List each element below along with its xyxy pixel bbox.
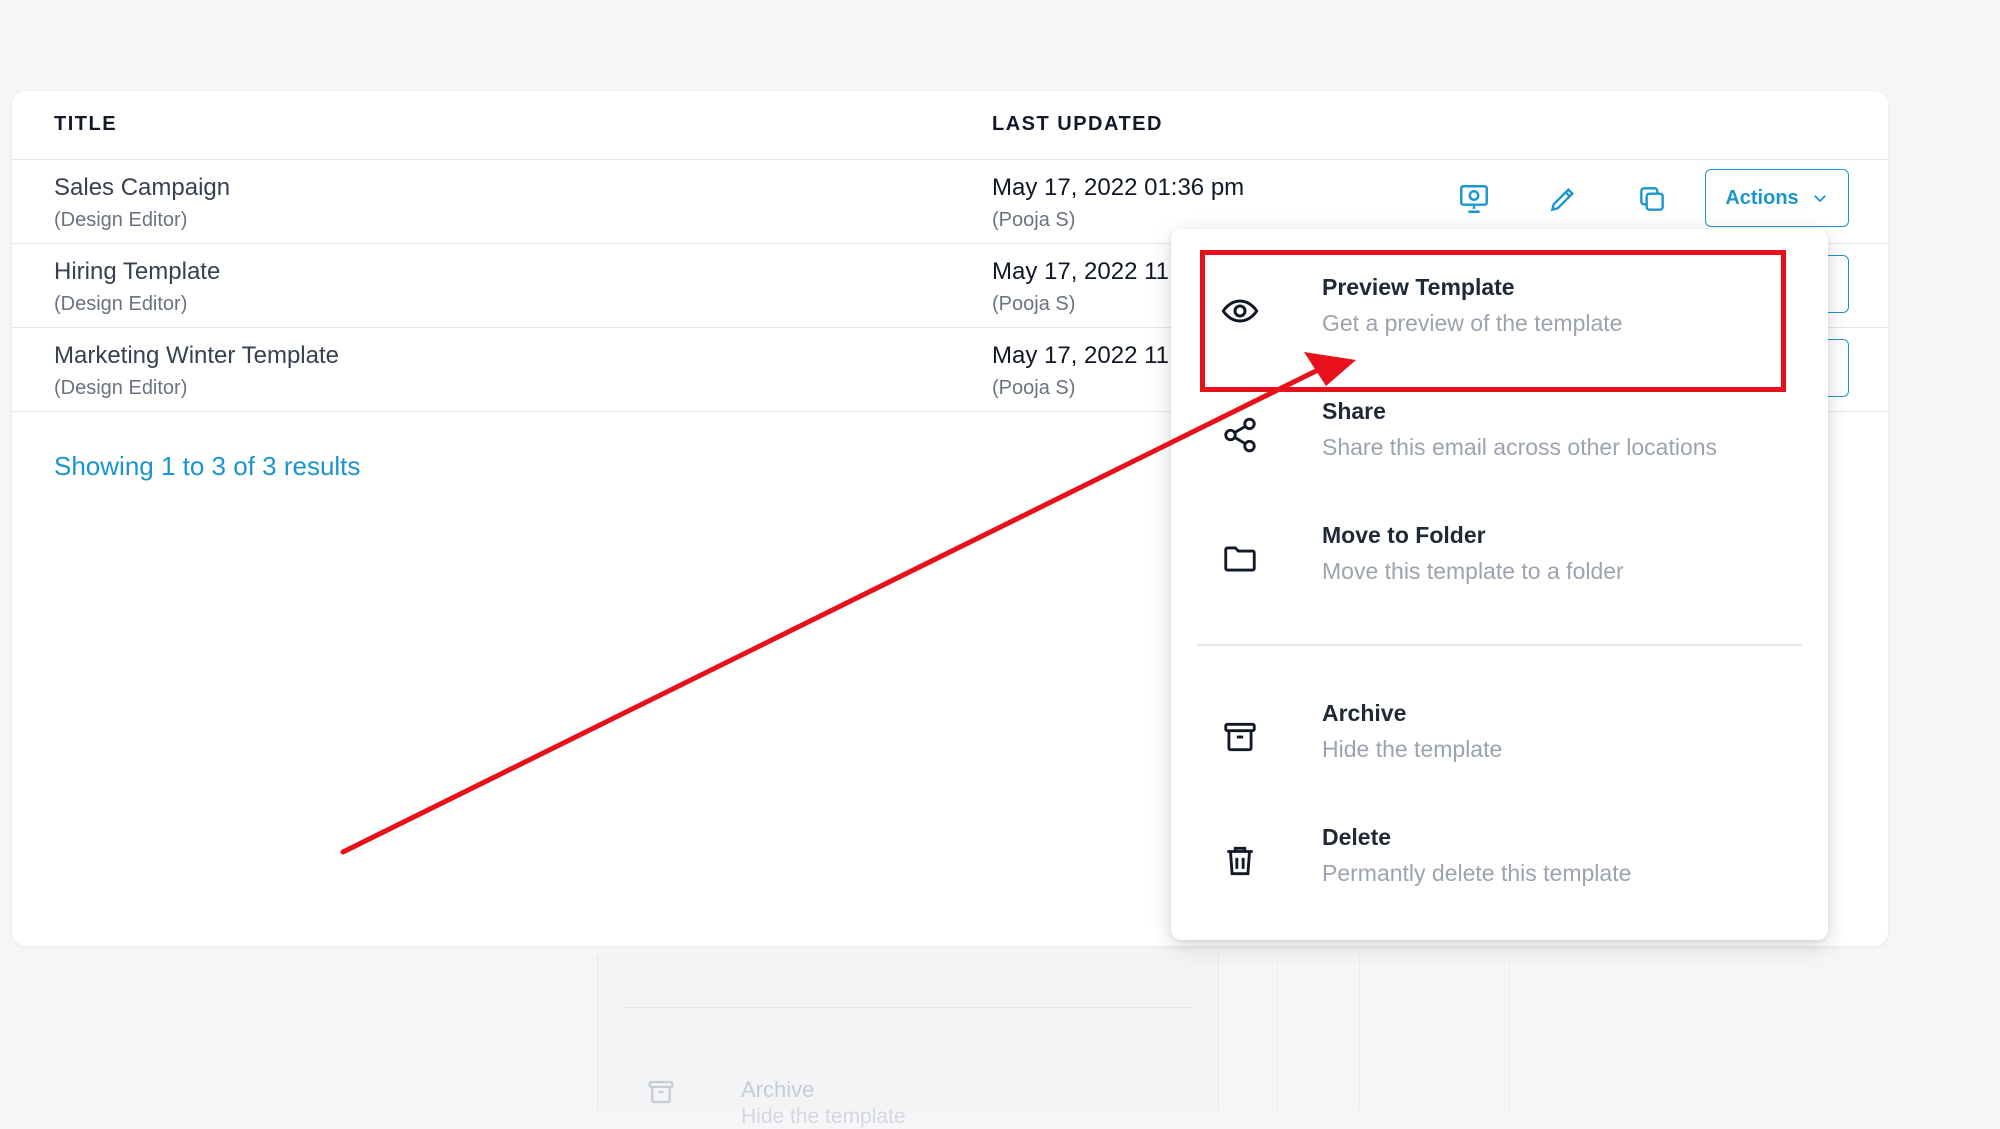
template-type: (Design Editor) [54, 209, 188, 231]
actions-label: Actions [1725, 186, 1799, 209]
actions-button[interactable]: Actions [1705, 169, 1849, 227]
present-icon[interactable] [1452, 177, 1496, 221]
copy-icon[interactable] [1630, 177, 1674, 221]
table-header: TITLE LAST UPDATED [12, 91, 1888, 160]
share-icon [1219, 414, 1261, 456]
chevron-down-icon [1813, 195, 1826, 203]
template-title[interactable]: Hiring Template [54, 258, 220, 286]
last-updated-date: May 17, 2022 01:36 pm [992, 174, 1245, 201]
pagination-summary: Showing 1 to 3 of 3 results [54, 451, 361, 481]
menu-item-title: Delete [1322, 824, 1392, 850]
last-updated-date: May 17, 2022 11 [992, 342, 1170, 369]
ghost-archive-desc: Hide the template [741, 1105, 906, 1128]
background-columns-ghost [1277, 955, 1511, 1111]
menu-item-title: Share [1322, 398, 1386, 424]
menu-item-title: Archive [1322, 700, 1407, 726]
menu-item-description: Share this email across other locations [1322, 434, 1718, 460]
menu-item-delete[interactable]: Delete Permantly delete this template [1171, 824, 1828, 924]
archive-icon [648, 1080, 674, 1104]
ghost-archive-title: Archive [741, 1077, 815, 1102]
template-type: (Design Editor) [54, 293, 188, 315]
ghost-divider [624, 1007, 1192, 1008]
pencil-icon[interactable] [1541, 177, 1585, 221]
column-header-title: TITLE [54, 113, 118, 135]
template-title[interactable]: Marketing Winter Template [54, 342, 339, 370]
archive-icon [1219, 716, 1261, 758]
background-menu-ghost: Archive Hide the template [597, 955, 1219, 1128]
menu-item-archive[interactable]: Archive Hide the template [1171, 700, 1828, 800]
menu-item-description: Move this template to a folder [1322, 558, 1624, 584]
menu-item-share[interactable]: Share Share this email across other loca… [1171, 398, 1828, 498]
last-updated-date: May 17, 2022 11 [992, 258, 1170, 285]
folder-icon [1219, 538, 1261, 580]
trash-icon [1219, 840, 1261, 882]
menu-item-description: Hide the template [1322, 736, 1503, 762]
last-updated-user: (Pooja S) [992, 209, 1076, 231]
template-type: (Design Editor) [54, 377, 188, 399]
last-updated-user: (Pooja S) [992, 293, 1076, 315]
column-header-last-updated: LAST UPDATED [992, 113, 1163, 135]
annotation-highlight-box [1200, 250, 1786, 392]
menu-item-title: Move to Folder [1322, 522, 1486, 548]
menu-divider [1197, 644, 1802, 646]
last-updated-user: (Pooja S) [992, 377, 1076, 399]
menu-item-move-to-folder[interactable]: Move to Folder Move this template to a f… [1171, 522, 1828, 622]
template-title[interactable]: Sales Campaign [54, 174, 230, 202]
menu-item-description: Permantly delete this template [1322, 860, 1632, 886]
